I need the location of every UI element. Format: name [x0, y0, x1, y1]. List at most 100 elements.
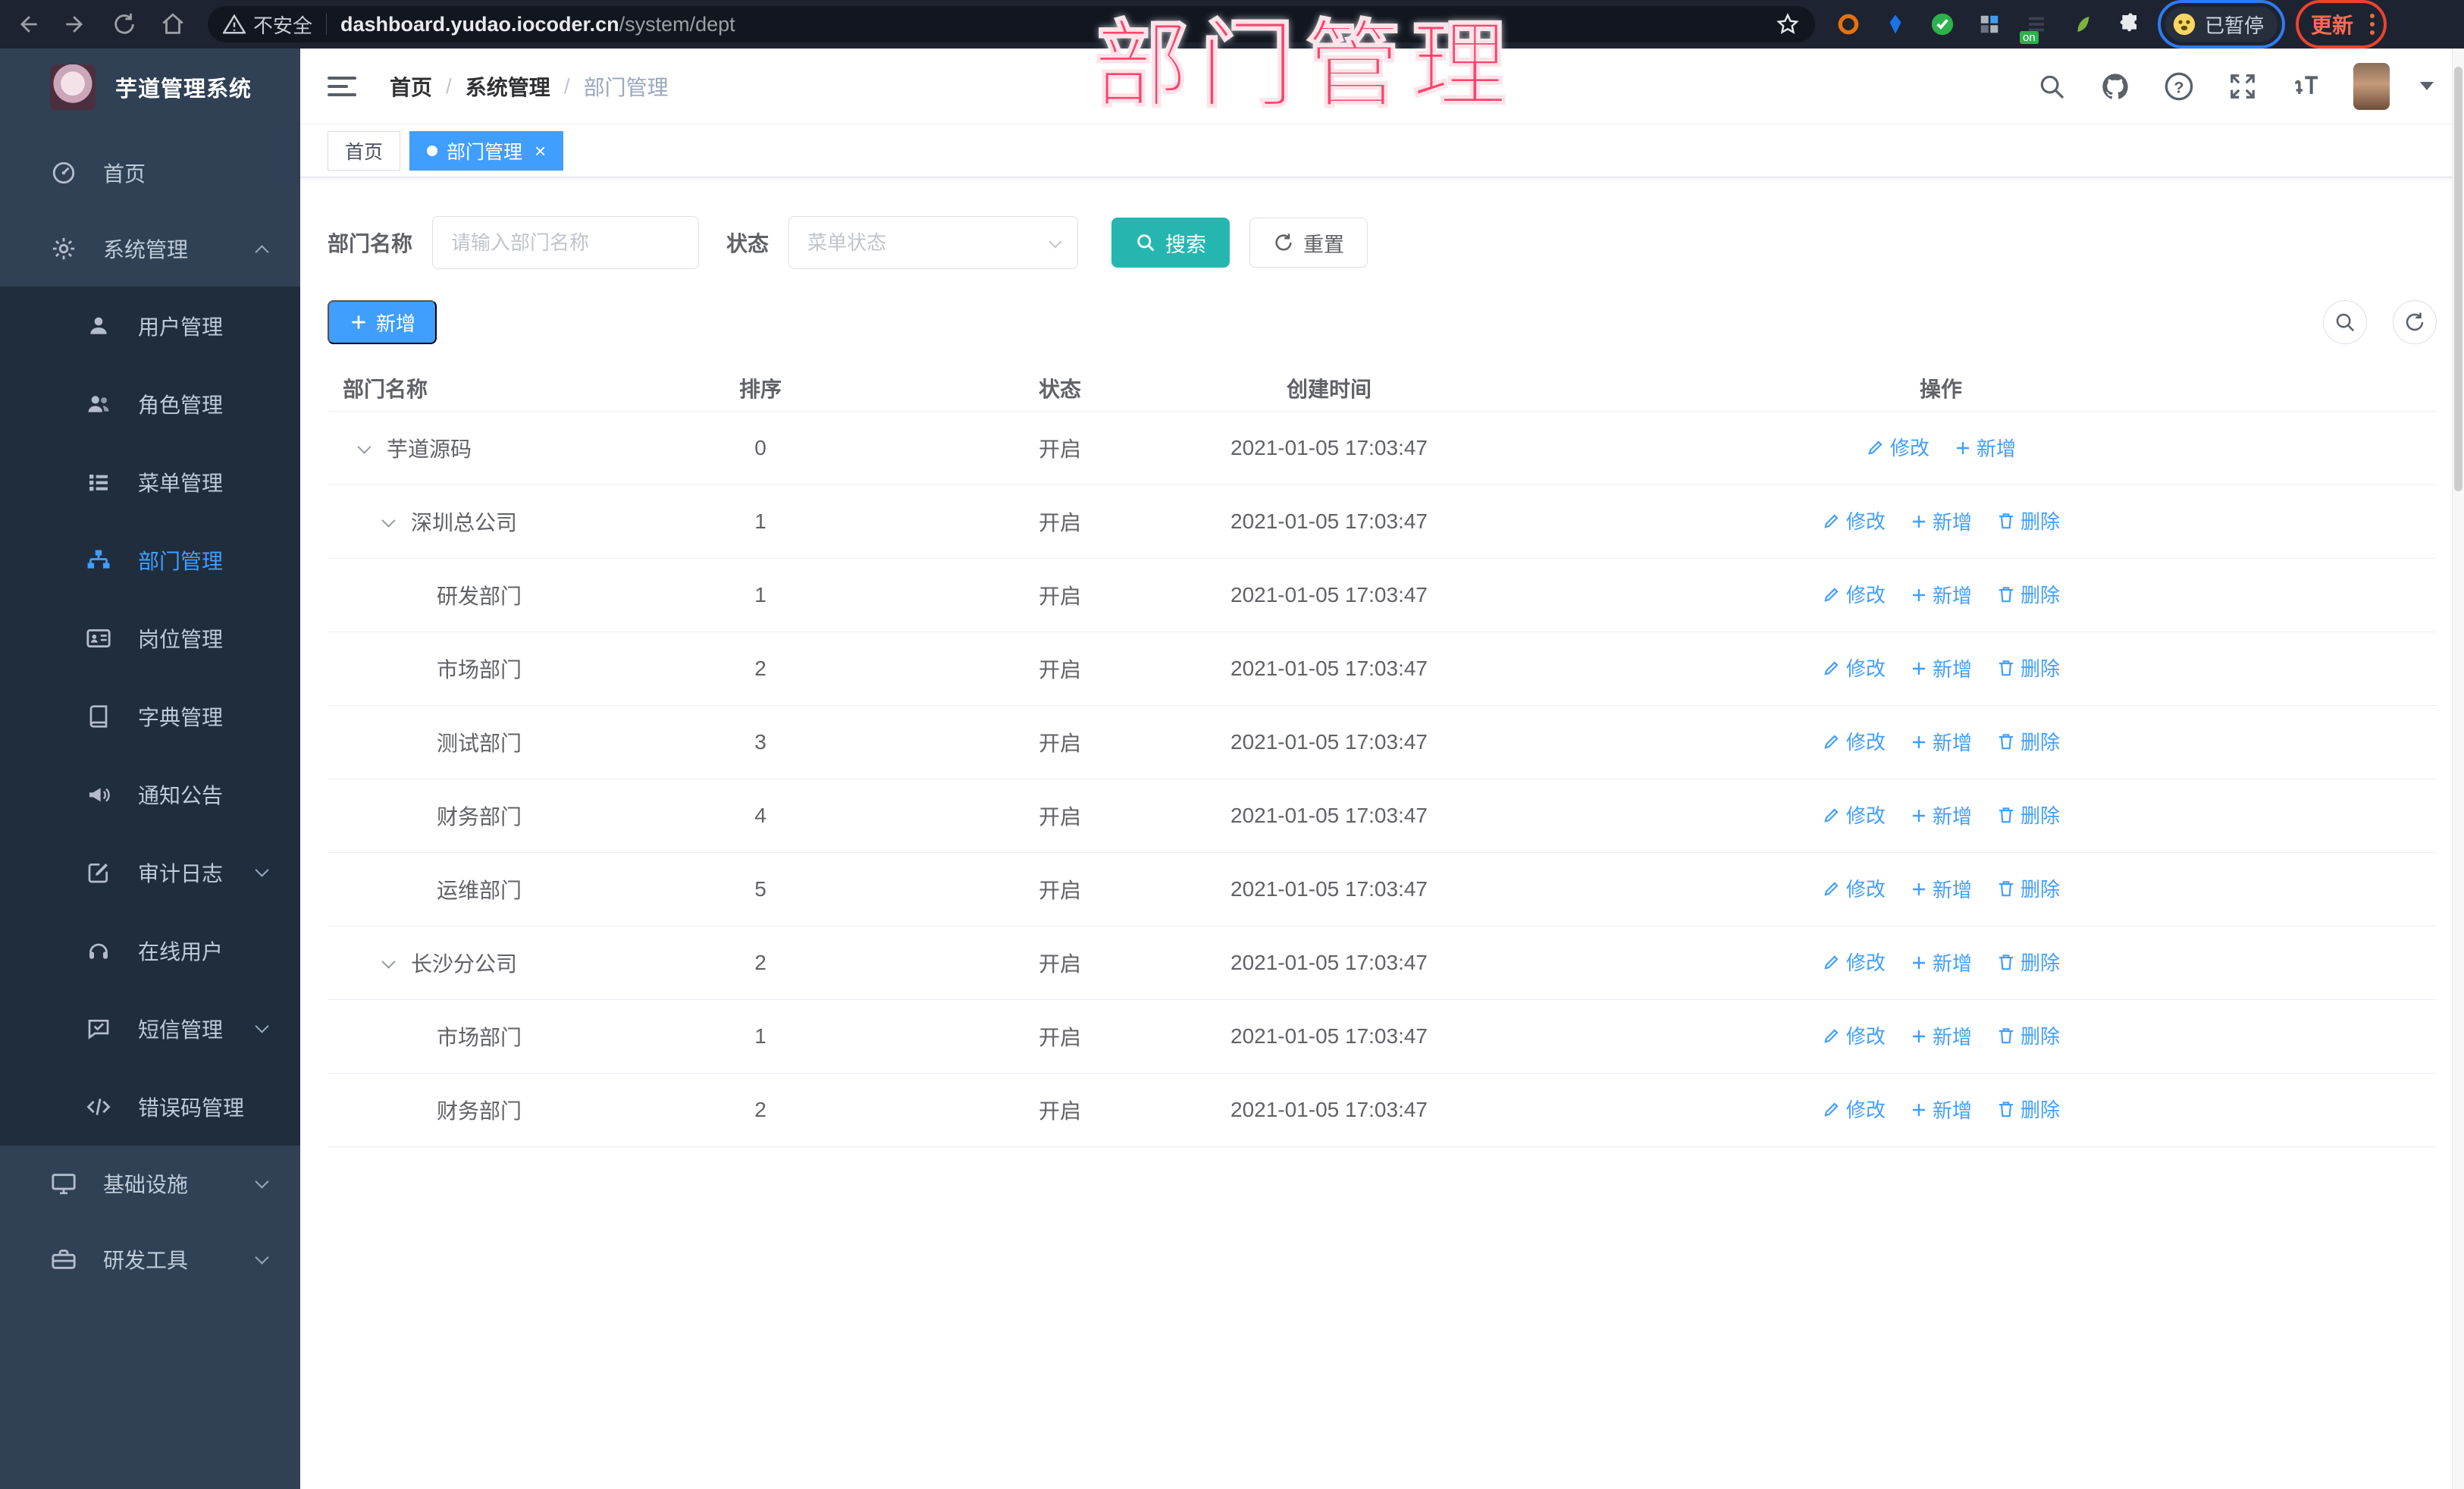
- row-edit-link[interactable]: 修改: [1822, 580, 1886, 608]
- user-avatar[interactable]: [2353, 62, 2390, 110]
- github-icon[interactable]: [2099, 70, 2132, 103]
- search-button[interactable]: 搜索: [1111, 218, 1230, 268]
- row-delete-link[interactable]: 删除: [1996, 506, 2060, 534]
- row-edit-link[interactable]: 修改: [1822, 1095, 1886, 1123]
- created-cell: 2021-01-05 17:03:47: [1213, 999, 1445, 1074]
- avatar-caret-icon[interactable]: [2420, 82, 2434, 90]
- sidebar-item-post-mgmt[interactable]: 岗位管理: [0, 599, 300, 677]
- extension-on-icon[interactable]: on: [2020, 11, 2050, 44]
- sidebar-item-sms-mgmt[interactable]: 短信管理: [0, 989, 300, 1067]
- toggle-search-button[interactable]: [2323, 300, 2367, 344]
- update-button[interactable]: 更新: [2311, 9, 2353, 39]
- tab-close-icon[interactable]: ×: [534, 141, 546, 161]
- sidebar-item-system-mgmt[interactable]: 系统管理: [0, 211, 300, 287]
- breadcrumb-home[interactable]: 首页: [390, 71, 432, 102]
- row-edit-link[interactable]: 修改: [1822, 874, 1886, 902]
- browser-home-icon[interactable]: [152, 6, 194, 42]
- expand-caret-icon[interactable]: [378, 510, 400, 533]
- header-search-icon[interactable]: [2035, 70, 2068, 103]
- bookmark-star-icon[interactable]: [1776, 12, 1800, 36]
- sidebar-item-dept-mgmt[interactable]: 部门管理: [0, 521, 300, 599]
- help-icon[interactable]: ?: [2162, 70, 2196, 103]
- hamburger-icon[interactable]: [328, 76, 356, 96]
- row-add-link[interactable]: 新增: [1910, 875, 1972, 903]
- address-bar[interactable]: 不安全 dashboard.yudao.iocoder.cn/system/de…: [208, 6, 1815, 42]
- url-path: /system/dept: [619, 12, 735, 36]
- sidebar-item-dict-mgmt[interactable]: 字典管理: [0, 677, 300, 755]
- add-button[interactable]: 新增: [328, 300, 437, 344]
- app-logo-row[interactable]: 芋道管理系统: [0, 49, 300, 126]
- row-add-link[interactable]: 新增: [1910, 728, 1972, 756]
- extension-grid-icon[interactable]: [1976, 11, 2003, 38]
- status-cell: 开启: [907, 999, 1213, 1074]
- row-edit-link[interactable]: 修改: [1822, 801, 1886, 829]
- row-edit-link[interactable]: 修改: [1822, 506, 1886, 534]
- browser-reload-icon[interactable]: [103, 6, 146, 42]
- dept-name-input[interactable]: [432, 216, 700, 269]
- sidebar-item-dev-tools[interactable]: 研发工具: [0, 1221, 300, 1297]
- expand-caret-icon[interactable]: [378, 951, 400, 974]
- sidebar-item-label: 菜单管理: [138, 471, 224, 495]
- row-add-link[interactable]: 新增: [1910, 1022, 1972, 1050]
- sidebar-item-role-mgmt[interactable]: 角色管理: [0, 365, 300, 443]
- tab-home[interactable]: 首页: [328, 130, 401, 171]
- profile-paused-chip[interactable]: 已暂停: [2158, 0, 2286, 49]
- sidebar-item-user-mgmt[interactable]: 用户管理: [0, 287, 300, 365]
- row-delete-link[interactable]: 删除: [1996, 874, 2060, 902]
- sidebar-item-notice[interactable]: 通知公告: [0, 755, 300, 833]
- tab-dept-mgmt[interactable]: 部门管理 ×: [409, 130, 564, 171]
- browser-menu-icon[interactable]: [2370, 14, 2375, 35]
- row-delete-link[interactable]: 删除: [1996, 580, 2060, 608]
- refresh-table-button[interactable]: [2393, 300, 2437, 344]
- row-add-link[interactable]: 新增: [1910, 1096, 1972, 1124]
- browser-update-area[interactable]: 更新: [2296, 0, 2387, 49]
- expand-caret-icon[interactable]: [353, 437, 376, 459]
- row-add-link[interactable]: 新增: [1910, 654, 1972, 682]
- row-delete-link[interactable]: 删除: [1996, 1095, 2060, 1123]
- extension-orange-icon[interactable]: [1835, 11, 1862, 38]
- sidebar-item-menu-mgmt[interactable]: 菜单管理: [0, 443, 300, 521]
- row-delete-link[interactable]: 删除: [1996, 801, 2060, 829]
- row-add-link[interactable]: 新增: [1910, 948, 1972, 976]
- row-edit-link[interactable]: 修改: [1822, 1021, 1886, 1049]
- extension-pin-icon[interactable]: [1882, 11, 1909, 38]
- extension-green-leaf-icon[interactable]: [2070, 11, 2097, 38]
- delete-icon: [1996, 805, 2016, 825]
- sidebar-item-audit-log[interactable]: 审计日志: [0, 833, 300, 911]
- row-edit-link[interactable]: 修改: [1822, 654, 1886, 682]
- extensions-puzzle-icon[interactable]: [2117, 11, 2144, 38]
- row-add-link[interactable]: 新增: [1954, 434, 2016, 462]
- row-edit-link[interactable]: 修改: [1822, 948, 1886, 976]
- row-edit-link[interactable]: 修改: [1866, 433, 1930, 461]
- status-select[interactable]: [788, 216, 1079, 269]
- row-add-link[interactable]: 新增: [1910, 801, 1972, 829]
- row-delete-link[interactable]: 删除: [1996, 1021, 2060, 1049]
- add-icon: [1910, 660, 1928, 678]
- browser-forward-icon[interactable]: [55, 6, 97, 42]
- breadcrumb-system[interactable]: 系统管理: [466, 71, 550, 102]
- font-size-icon[interactable]: [2290, 70, 2323, 103]
- sidebar-item-online-users[interactable]: 在线用户: [0, 911, 300, 989]
- sidebar-item-error-code-mgmt[interactable]: 错误码管理: [0, 1067, 300, 1146]
- scrollbar-thumb[interactable]: [2454, 67, 2462, 491]
- sidebar-item-label: 字典管理: [138, 705, 224, 729]
- table-row: 市场部门 2 开启 2021-01-05 17:03:47 修改 新增 删除: [328, 632, 2437, 706]
- row-delete-link[interactable]: 删除: [1996, 654, 2060, 682]
- fullscreen-icon[interactable]: [2226, 70, 2259, 103]
- users-icon: [85, 391, 112, 417]
- sidebar-item-label: 研发工具: [103, 1249, 189, 1272]
- row-delete-link[interactable]: 删除: [1996, 727, 2060, 755]
- sidebar-item-infrastructure[interactable]: 基础设施: [0, 1146, 300, 1221]
- row-add-link[interactable]: 新增: [1910, 581, 1972, 609]
- extension-green-v-icon[interactable]: [1929, 11, 1956, 38]
- row-delete-link[interactable]: 删除: [1996, 948, 2060, 976]
- page-scrollbar[interactable]: [2452, 49, 2464, 1489]
- row-add-link[interactable]: 新增: [1910, 507, 1972, 535]
- paused-label: 已暂停: [2205, 14, 2265, 37]
- chevron-down-icon: [255, 863, 269, 877]
- sidebar-item-home[interactable]: 首页: [0, 135, 300, 211]
- reset-button[interactable]: 重置: [1249, 218, 1368, 268]
- row-edit-link[interactable]: 修改: [1822, 727, 1886, 755]
- actions-cell: 修改 新增 删除: [1445, 852, 2437, 926]
- browser-back-icon[interactable]: [6, 6, 49, 42]
